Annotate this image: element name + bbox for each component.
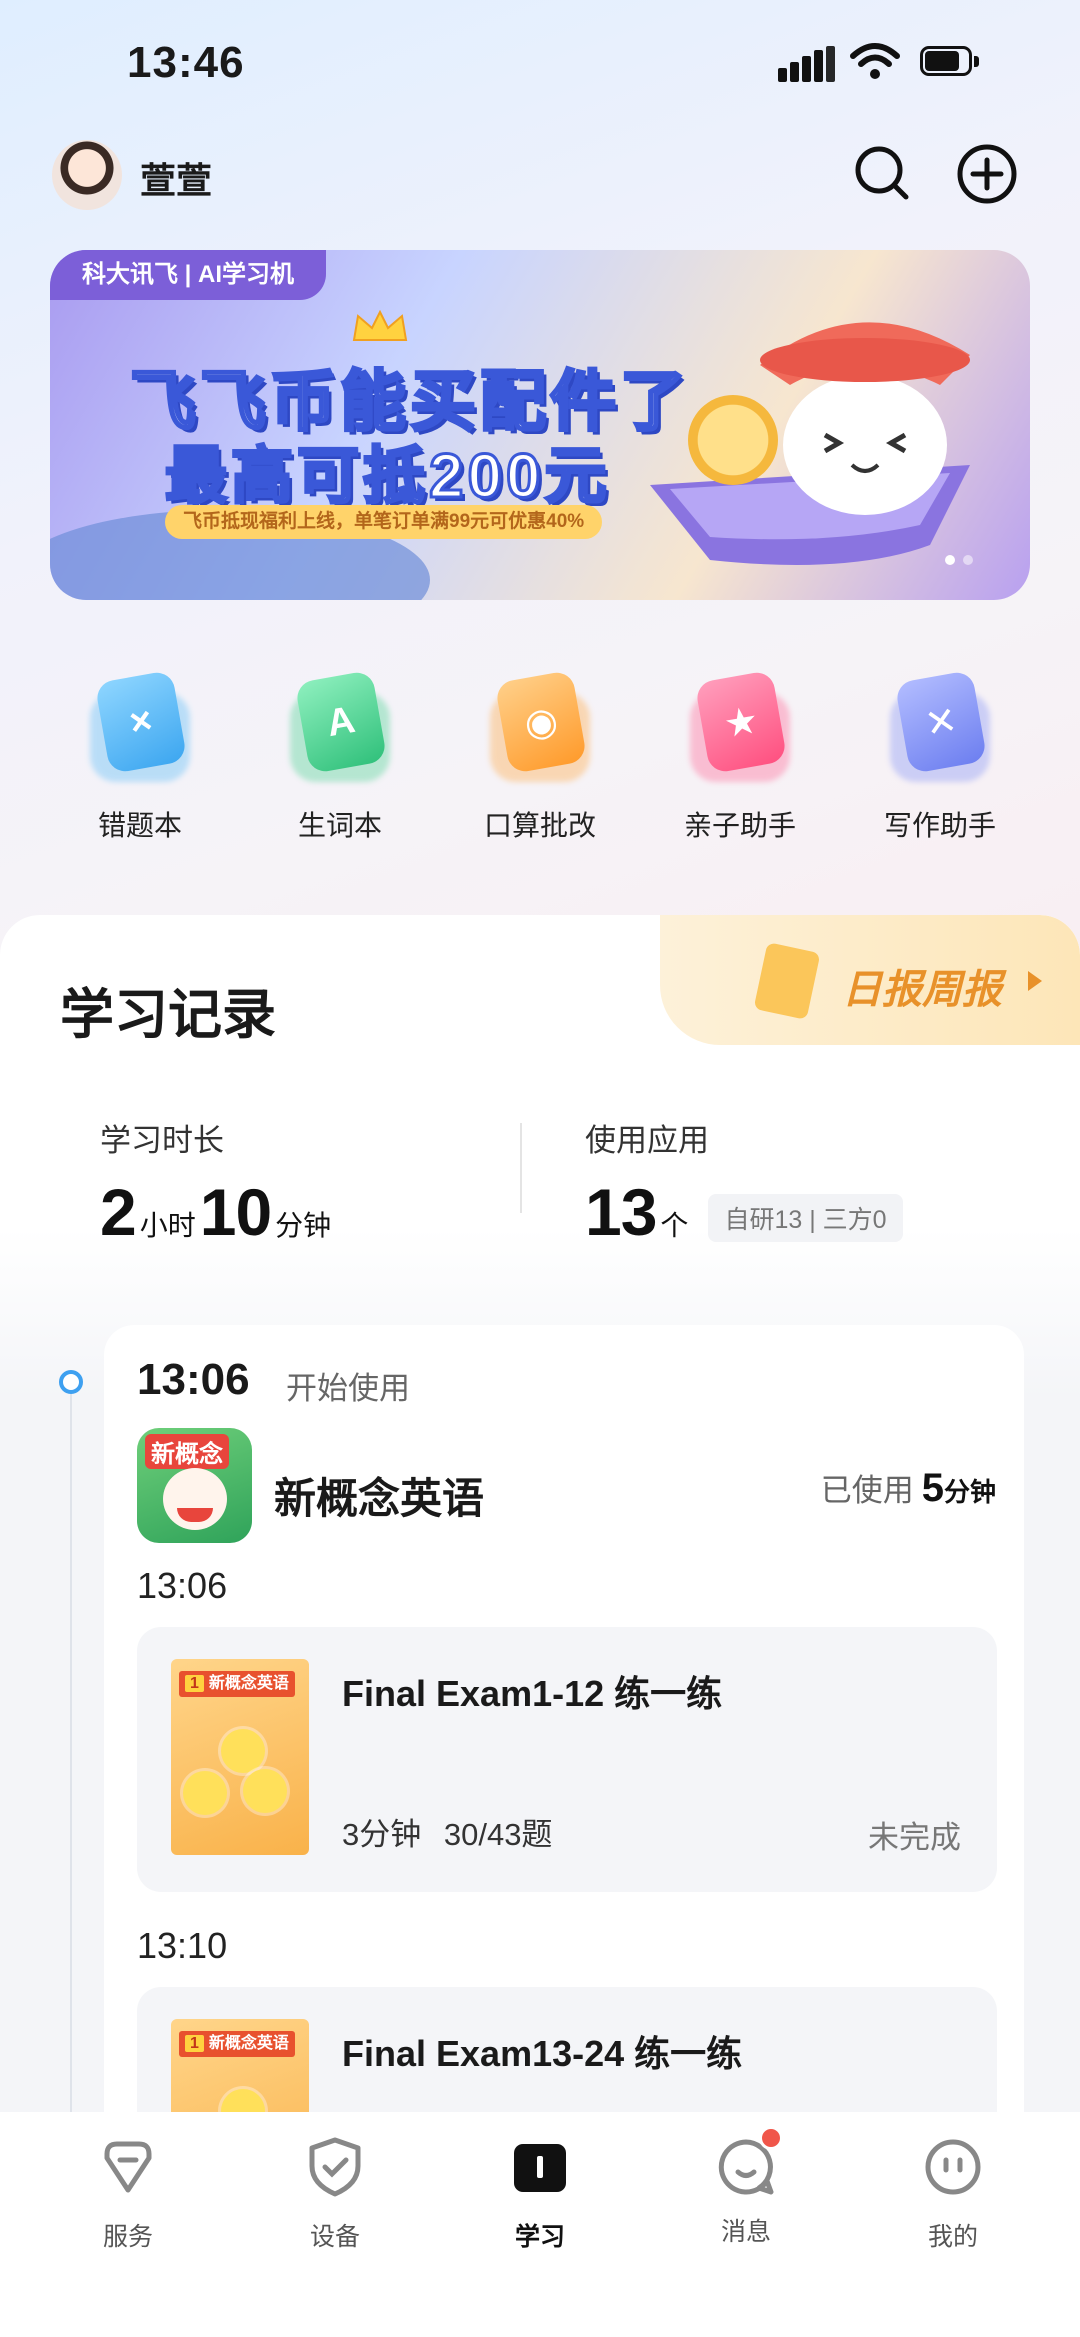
study-duration-stat: 学习时长 2 小时10 分钟 xyxy=(100,1115,335,1250)
unread-badge xyxy=(759,2126,783,2150)
diamond-icon xyxy=(104,2141,152,2193)
star-card-icon: ★ xyxy=(682,669,798,786)
exercise-item[interactable]: 1 新概念英语 Final Exam1-12 练一练 3分钟 30/43题 未完成 xyxy=(137,1627,997,1892)
add-icon[interactable] xyxy=(956,143,1018,205)
quick-action-wrong-questions[interactable]: × 错题本 xyxy=(50,660,230,844)
tab-study[interactable]: 学习 xyxy=(470,2132,610,2253)
quick-action-label: 生词本 xyxy=(297,810,382,841)
daily-report-label: 日报周报 xyxy=(842,968,1002,1012)
book-cover-image: 1 新概念英语 xyxy=(171,1659,309,1855)
apps-used-value: 13 个自研13 | 三方0 xyxy=(585,1174,903,1250)
daily-weekly-report-button[interactable]: 日报周报 xyxy=(660,915,1080,1045)
apps-breakdown-chip: 自研13 | 三方0 xyxy=(708,1193,903,1242)
tab-me[interactable]: 我的 xyxy=(883,2132,1023,2253)
quick-action-writing-helper[interactable]: ✕ 写作助手 xyxy=(850,660,1030,844)
stat-divider xyxy=(520,1123,522,1213)
study-record-title: 学习记录 xyxy=(56,970,276,1049)
tab-messages[interactable]: 消息 xyxy=(676,2126,816,2248)
banner-pagination xyxy=(945,552,995,566)
status-time: 13:46 xyxy=(127,38,245,87)
new-concept-app-icon: 新概念 xyxy=(137,1428,252,1543)
tab-service[interactable]: 服务 xyxy=(58,2132,198,2253)
quick-action-label: 错题本 xyxy=(97,810,182,841)
quick-action-label: 写作助手 xyxy=(883,810,996,841)
exercise-status: 未完成 xyxy=(868,1820,961,1855)
used-duration: 已使用 5分钟 xyxy=(820,1466,996,1510)
shield-check-icon xyxy=(309,2137,361,2197)
session-start-label: 开始使用 xyxy=(286,1371,410,1406)
notebook-a-icon: A xyxy=(282,669,398,786)
top-header: 萱萱 xyxy=(0,130,1080,240)
cellular-signal-icon xyxy=(778,46,835,82)
notebook-x-icon: × xyxy=(82,669,198,786)
quick-action-label: 亲子助手 xyxy=(683,810,796,841)
camera-icon: ◉ xyxy=(482,669,598,786)
banner-subline: 飞币抵现福利上线，单笔订单满99元可优惠40% xyxy=(165,505,603,539)
quick-action-vocabulary[interactable]: A 生词本 xyxy=(250,660,430,844)
promo-banner[interactable]: 科大讯飞 | AI学习机 飞飞币能买配件了 最高可抵200元 飞币抵现福利上线，… xyxy=(50,250,1030,600)
battery-icon xyxy=(920,46,982,80)
search-icon[interactable] xyxy=(852,143,912,203)
exercise-title: Final Exam13-24 练一练 xyxy=(342,2033,743,2074)
exercise-time: 13:06 xyxy=(137,1565,228,1606)
mascot-illustration xyxy=(760,322,970,515)
pen-card-icon: ✕ xyxy=(882,669,998,786)
banner-brand-tag: 科大讯飞 | AI学习机 xyxy=(50,250,327,300)
app-name: 新概念英语 xyxy=(274,1475,485,1522)
study-duration-value: 2 小时10 分钟 xyxy=(100,1175,332,1249)
wifi-icon xyxy=(850,43,900,79)
tab-device[interactable]: 设备 xyxy=(265,2132,405,2253)
exercise-title: Final Exam1-12 练一练 xyxy=(342,1673,723,1714)
status-bar: 13:46 xyxy=(0,0,1080,130)
username[interactable]: 萱萱 xyxy=(140,152,212,204)
quick-action-label: 口算批改 xyxy=(483,810,596,841)
timeline-dot xyxy=(59,1370,83,1394)
avatar[interactable] xyxy=(52,140,122,210)
session-time: 13:06 xyxy=(137,1355,250,1404)
apps-used-stat: 使用应用 13 个自研13 | 三方0 xyxy=(585,1115,903,1250)
quick-actions: × 错题本 A 生词本 ◉ 口算批改 ★ 亲子助手 ✕ 写作助手 xyxy=(0,660,1080,880)
exercise-meta: 3分钟 30/43题 xyxy=(342,1817,553,1852)
crown-icon xyxy=(352,310,408,341)
arrow-right-icon xyxy=(1028,971,1042,991)
book-icon xyxy=(514,2144,566,2192)
banner-headline-2: 最高可抵200元 xyxy=(163,441,611,513)
exercise-time: 13:10 xyxy=(137,1925,228,1966)
bottom-tab-bar: 服务 设备 学习 消息 我的 xyxy=(0,2112,1080,2337)
face-icon xyxy=(925,2139,981,2195)
quick-action-parent-helper[interactable]: ★ 亲子助手 xyxy=(650,660,830,844)
quick-action-arithmetic-check[interactable]: ◉ 口算批改 xyxy=(450,660,630,844)
report-doc-icon xyxy=(753,942,821,1020)
